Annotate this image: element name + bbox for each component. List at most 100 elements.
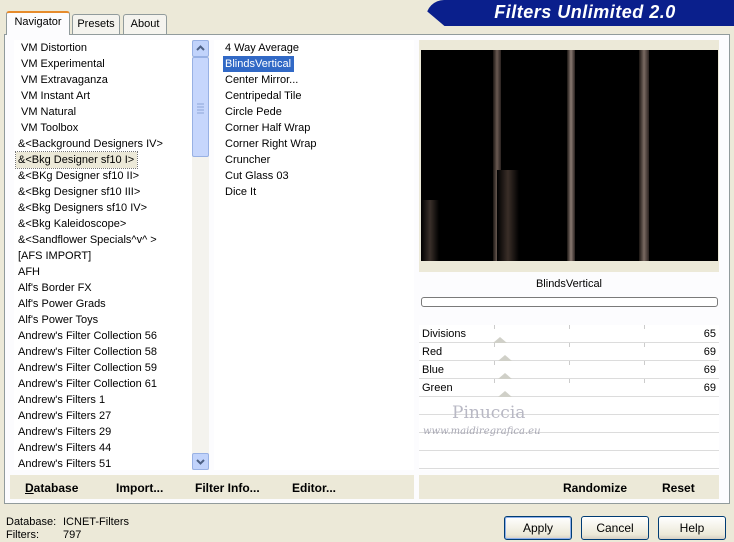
- slider-tick: [644, 343, 645, 347]
- category-item[interactable]: Alf's Power Toys: [16, 312, 101, 328]
- preview-image: [421, 50, 718, 261]
- filter-info-button[interactable]: Filter Info...: [195, 481, 260, 495]
- database-button[interactable]: Database: [25, 481, 78, 495]
- category-item[interactable]: &<Bkg Designers sf10 IV>: [16, 200, 150, 216]
- progress-bar: [421, 297, 718, 307]
- category-item[interactable]: VM Instant Art: [19, 88, 93, 104]
- app-title: Filters Unlimited 2.0: [494, 2, 676, 22]
- apply-button[interactable]: Apply: [504, 516, 572, 540]
- filter-item[interactable]: 4 Way Average: [223, 40, 302, 56]
- import-button[interactable]: Import...: [116, 481, 163, 495]
- category-item[interactable]: Andrew's Filters 51: [16, 456, 114, 470]
- filter-item[interactable]: Corner Half Wrap: [223, 120, 313, 136]
- category-item[interactable]: Andrew's Filter Collection 61: [16, 376, 160, 392]
- preview-toolbar: Randomize Reset: [419, 475, 719, 499]
- param-label: Green: [422, 382, 453, 394]
- database-value: ICNET-Filters: [63, 516, 129, 528]
- tab-label: Presets: [77, 18, 115, 30]
- category-item[interactable]: &<Background Designers IV>: [16, 136, 166, 152]
- param-label: Divisions: [422, 328, 467, 340]
- param-row-blue[interactable]: Blue 69: [419, 361, 719, 379]
- grip-icon: [197, 103, 204, 114]
- category-item[interactable]: VM Extravaganza: [19, 72, 111, 88]
- reset-button[interactable]: Reset: [662, 481, 695, 495]
- category-item[interactable]: VM Experimental: [19, 56, 108, 72]
- slider-tick: [644, 325, 645, 329]
- selected-filter-name: BlindsVertical: [535, 278, 603, 290]
- slider-tick: [569, 343, 570, 347]
- category-item[interactable]: VM Distortion: [19, 40, 90, 56]
- filter-item[interactable]: BlindsVertical: [223, 56, 295, 72]
- tab-about[interactable]: About: [123, 14, 167, 34]
- chevron-down-icon: [196, 459, 205, 465]
- slider-tick: [494, 325, 495, 329]
- tab-navigator[interactable]: Navigator: [6, 11, 70, 35]
- category-item[interactable]: Andrew's Filters 27: [16, 408, 114, 424]
- scroll-down-button[interactable]: [192, 453, 209, 470]
- param-value: 69: [703, 364, 716, 376]
- category-item[interactable]: Andrew's Filters 29: [16, 424, 114, 440]
- cancel-button[interactable]: Cancel: [581, 516, 649, 540]
- slider-tick: [644, 379, 645, 383]
- slider-tick: [494, 379, 495, 383]
- param-row-green[interactable]: Green 69: [419, 379, 719, 397]
- category-list[interactable]: VM Distortion VM Experimental VM Extravaga…: [14, 40, 192, 470]
- param-value: 69: [703, 382, 716, 394]
- category-item[interactable]: Andrew's Filter Collection 58: [16, 344, 160, 360]
- chevron-up-icon: [196, 45, 205, 51]
- slider-tick: [494, 361, 495, 365]
- param-row-red[interactable]: Red 69: [419, 343, 719, 361]
- category-item[interactable]: &<Bkg Kaleidoscope>: [16, 216, 129, 232]
- tab-label: About: [130, 18, 160, 30]
- category-item[interactable]: &<Bkg Designer sf10 I>: [14, 151, 139, 169]
- tab-label: Navigator: [14, 16, 62, 28]
- watermark-url: www.maidiregrafica.eu: [423, 426, 541, 437]
- category-item[interactable]: &<Bkg Designer sf10 III>: [16, 184, 143, 200]
- filters-label: Filters:: [6, 529, 39, 541]
- filter-item[interactable]: Dice It: [223, 184, 259, 200]
- category-item[interactable]: &<Sandflower Specials^v^ >: [16, 232, 160, 248]
- database-label: Database:: [6, 516, 57, 528]
- slider-tick: [569, 325, 570, 329]
- filter-item[interactable]: Corner Right Wrap: [223, 136, 320, 152]
- param-label: Blue: [422, 364, 445, 376]
- category-item[interactable]: [AFS IMPORT]: [16, 248, 94, 264]
- watermark-name: Pinuccia: [452, 403, 526, 423]
- category-item[interactable]: Andrew's Filters 44: [16, 440, 114, 456]
- filters-count: 797: [63, 529, 82, 541]
- tab-presets[interactable]: Presets: [72, 14, 120, 34]
- category-item[interactable]: Andrew's Filter Collection 59: [16, 360, 160, 376]
- filter-item[interactable]: Centripedal Tile: [223, 88, 304, 104]
- param-row-empty: [419, 451, 719, 469]
- category-item[interactable]: Andrew's Filter Collection 56: [16, 328, 160, 344]
- slider-tick: [494, 343, 495, 347]
- param-label: Red: [422, 346, 443, 358]
- filter-list[interactable]: 4 Way Average BlindsVertical Center Mirror…: [214, 40, 414, 470]
- category-scrollbar[interactable]: [192, 40, 209, 470]
- slider-tick: [569, 379, 570, 383]
- category-item[interactable]: Alf's Power Grads: [16, 296, 109, 312]
- hotkey: D: [25, 481, 34, 495]
- category-item[interactable]: VM Natural: [19, 104, 79, 120]
- filter-item[interactable]: Cut Glass 03: [223, 168, 292, 184]
- filter-item[interactable]: Cruncher: [223, 152, 273, 168]
- parameter-panel: Divisions 65 Red 69 Blue 69 Green 69: [419, 325, 719, 470]
- filter-item[interactable]: Circle Pede: [223, 104, 285, 120]
- param-value: 69: [703, 346, 716, 358]
- category-item[interactable]: AFH: [16, 264, 43, 280]
- scroll-up-button[interactable]: [192, 40, 209, 57]
- category-item[interactable]: VM Toolbox: [19, 120, 81, 136]
- button-label: atabase: [33, 481, 79, 495]
- help-button[interactable]: Help: [658, 516, 726, 540]
- param-row-divisions[interactable]: Divisions 65: [419, 325, 719, 343]
- randomize-button[interactable]: Randomize: [563, 481, 627, 495]
- editor-button[interactable]: Editor...: [292, 481, 336, 495]
- param-value: 65: [703, 328, 716, 340]
- slider-tick: [569, 361, 570, 365]
- filter-item[interactable]: Center Mirror...: [223, 72, 301, 88]
- category-item[interactable]: &<BKg Designer sf10 II>: [16, 168, 142, 184]
- scroll-thumb[interactable]: [192, 57, 209, 157]
- category-item[interactable]: Alf's Border FX: [16, 280, 95, 296]
- slider-tick: [644, 361, 645, 365]
- category-item[interactable]: Andrew's Filters 1: [16, 392, 108, 408]
